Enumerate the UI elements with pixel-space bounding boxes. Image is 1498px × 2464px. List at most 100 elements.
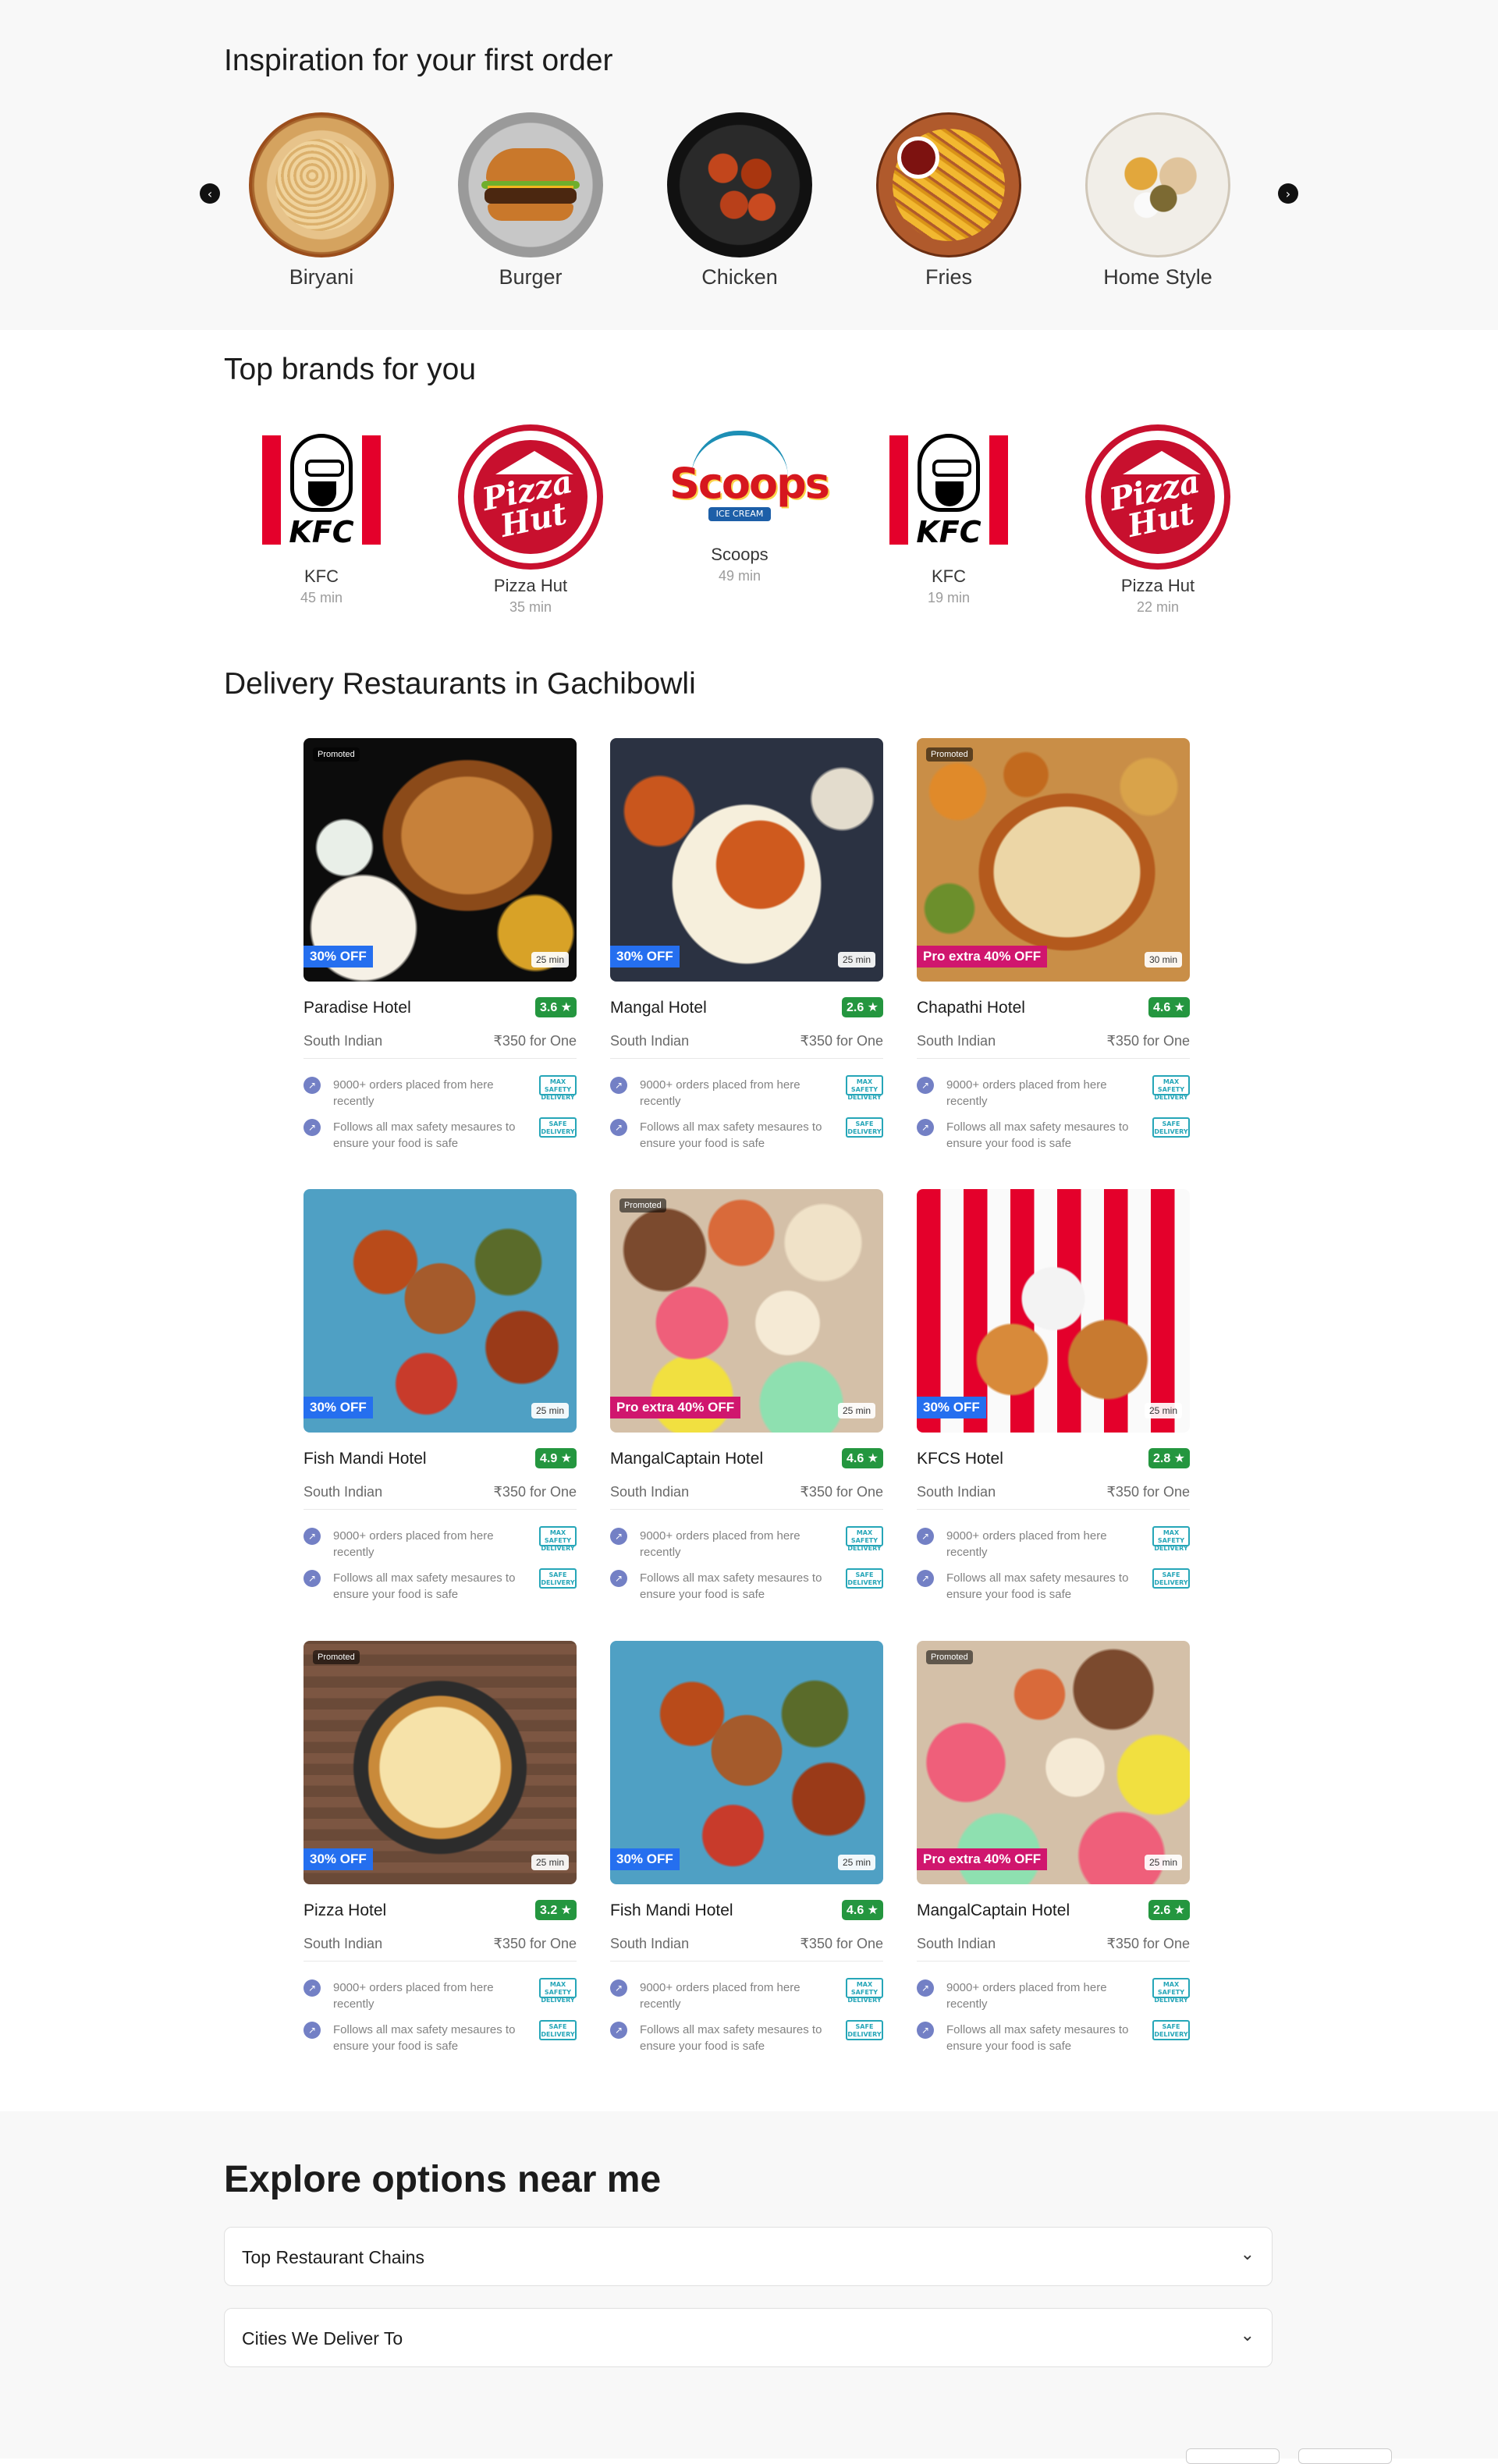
trending-icon: ↗: [610, 1077, 627, 1094]
cuisine: South Indian: [304, 1033, 383, 1049]
safe-delivery-badge: SAFE DELIVERY: [539, 2020, 577, 2040]
cuisine: South Indian: [610, 1484, 690, 1500]
max-safety-badge: MAX SAFETY DELIVERY: [1152, 1526, 1190, 1552]
inspiration-item-fries[interactable]: Fries: [871, 112, 1027, 289]
restaurant-image: 30% OFF 25 min: [610, 1641, 883, 1884]
trending-icon: ↗: [610, 1528, 627, 1545]
scoops-logo-text: Scoops: [669, 459, 830, 508]
kfc-logo: KFC: [886, 428, 1011, 560]
safe-delivery-badge: SAFE DELIVERY: [1152, 1568, 1190, 1589]
delivery-time: 25 min: [531, 1855, 569, 1870]
price: ₹350 for One: [1106, 1484, 1190, 1500]
restaurant-card[interactable]: 30% OFF 25 min Fish Mandi Hotel 4.9 ★ So…: [304, 1189, 577, 1610]
trending-icon: ↗: [610, 1119, 627, 1136]
accordion-label: Cities We Deliver To: [242, 2328, 403, 2349]
carousel-next-button[interactable]: ›: [1278, 183, 1298, 204]
divider: [304, 1961, 577, 1962]
restaurant-image: Promoted Pro extra 40% OFF 25 min: [917, 1641, 1190, 1884]
footer-selector[interactable]: [1186, 2448, 1280, 2464]
trending-icon: ↗: [304, 1119, 321, 1136]
restaurant-image: Promoted Pro extra 40% OFF 30 min: [917, 738, 1190, 982]
inspiration-item-home-style[interactable]: Home Style: [1080, 112, 1236, 289]
max-safety-badge: MAX SAFETY DELIVERY: [1152, 1978, 1190, 2004]
brand-name: Scoops: [711, 545, 769, 564]
restaurant-card[interactable]: Promoted Pro extra 40% OFF 25 min Mangal…: [610, 1189, 883, 1610]
brand-time: 19 min: [927, 590, 971, 605]
restaurant-card[interactable]: 30% OFF 25 min Mangal Hotel 2.6 ★ South …: [610, 738, 883, 1159]
restaurant-name: MangalCaptain Hotel: [917, 1901, 1070, 1919]
restaurant-name: Fish Mandi Hotel: [304, 1450, 427, 1468]
safe-delivery-badge: SAFE DELIVERY: [539, 1568, 577, 1589]
safety-info: ↗ Follows all max safety mesaures to ens…: [917, 2020, 1190, 2056]
brand-item-scoops[interactable]: Scoops ICE CREAM Scoops 49 min: [662, 429, 830, 584]
inspiration-label: Chicken: [701, 265, 778, 289]
explore-title: Explore options near me: [224, 2159, 662, 2200]
biryani-image: [249, 112, 394, 257]
carousel-prev-button[interactable]: ‹: [200, 183, 220, 204]
offer-badge: 30% OFF: [917, 1397, 986, 1418]
max-safety-badge: MAX SAFETY DELIVERY: [1152, 1075, 1190, 1101]
restaurant-card[interactable]: Promoted 30% OFF 25 min Paradise Hotel 3…: [304, 738, 577, 1159]
footer-selector[interactable]: [1298, 2448, 1392, 2464]
safety-info: ↗ Follows all max safety mesaures to ens…: [304, 1117, 577, 1153]
rating-badge: 4.6 ★: [841, 1900, 883, 1920]
delivery-time: 25 min: [837, 1855, 875, 1870]
restaurant-card[interactable]: Promoted Pro extra 40% OFF 30 min Chapat…: [917, 738, 1190, 1159]
accordion-top-restaurant-chains[interactable]: Top Restaurant Chains ⌄: [224, 2227, 1273, 2286]
cuisine: South Indian: [917, 1484, 996, 1500]
orders-info: ↗ 9000+ orders placed from here recently…: [610, 1978, 883, 2014]
trending-icon: ↗: [304, 1077, 321, 1094]
divider: [304, 1058, 577, 1059]
orders-info: ↗ 9000+ orders placed from here recently…: [917, 1526, 1190, 1562]
restaurant-name: Pizza Hotel: [304, 1901, 387, 1919]
cuisine: South Indian: [917, 1033, 996, 1049]
max-safety-badge: MAX SAFETY DELIVERY: [539, 1978, 577, 2004]
safe-delivery-badge: SAFE DELIVERY: [846, 1117, 883, 1138]
safe-delivery-badge: SAFE DELIVERY: [846, 1568, 883, 1589]
safety-info: ↗ Follows all max safety mesaures to ens…: [610, 1117, 883, 1153]
restaurant-name: MangalCaptain Hotel: [610, 1450, 764, 1468]
restaurant-image: Promoted 30% OFF 25 min: [304, 738, 577, 982]
offer-badge: 30% OFF: [304, 946, 373, 967]
brands-title: Top brands for you: [224, 353, 477, 386]
delivery-time: 25 min: [837, 952, 875, 967]
safety-info: ↗ Follows all max safety mesaures to ens…: [917, 1568, 1190, 1604]
accordion-cities-we-deliver-to[interactable]: Cities We Deliver To ⌄: [224, 2308, 1273, 2367]
orders-info: ↗ 9000+ orders placed from here recently…: [610, 1526, 883, 1562]
restaurant-card[interactable]: Promoted 30% OFF 25 min Pizza Hotel 3.2 …: [304, 1641, 577, 2062]
divider: [917, 1058, 1190, 1059]
divider: [610, 1058, 883, 1059]
inspiration-item-chicken[interactable]: Chicken: [662, 112, 818, 289]
brand-time: 22 min: [1136, 599, 1180, 615]
restaurant-card[interactable]: Promoted Pro extra 40% OFF 25 min Mangal…: [917, 1641, 1190, 2062]
inspiration-label: Home Style: [1103, 265, 1212, 289]
brand-name: Pizza Hut: [493, 576, 568, 595]
inspiration-item-biryani[interactable]: Biryani: [243, 112, 399, 289]
fries-image: [876, 112, 1021, 257]
cuisine: South Indian: [304, 1936, 383, 1951]
trending-icon: ↗: [917, 2022, 934, 2039]
inspiration-item-burger[interactable]: Burger: [453, 112, 609, 289]
offer-badge: 30% OFF: [610, 946, 680, 967]
delivery-time: 25 min: [1144, 1855, 1182, 1870]
brand-item-pizza-hut[interactable]: Pizza Hut Pizza Hut 35 min: [453, 424, 609, 616]
delivery-time: 25 min: [1144, 1403, 1182, 1418]
brand-item-kfc[interactable]: KFC KFC 45 min: [243, 428, 399, 606]
rating-badge: 4.9 ★: [534, 1448, 577, 1468]
max-safety-badge: MAX SAFETY DELIVERY: [539, 1526, 577, 1552]
explore-section: Explore options near me Top Restaurant C…: [0, 2111, 1498, 2423]
divider: [610, 1509, 883, 1510]
rating-badge: 4.6 ★: [841, 1448, 883, 1468]
restaurant-card[interactable]: 30% OFF 25 min Fish Mandi Hotel 4.6 ★ So…: [610, 1641, 883, 2062]
restaurant-name: KFCS Hotel: [917, 1450, 1003, 1468]
max-safety-badge: MAX SAFETY DELIVERY: [846, 1526, 883, 1552]
restaurant-card[interactable]: 30% OFF 25 min KFCS Hotel 2.8 ★ South In…: [917, 1189, 1190, 1610]
trending-icon: ↗: [917, 1077, 934, 1094]
brand-item-pizza-hut[interactable]: Pizza Hut Pizza Hut 22 min: [1080, 424, 1236, 616]
orders-info: ↗ 9000+ orders placed from here recently…: [917, 1978, 1190, 2014]
promoted-tag: Promoted: [926, 1650, 973, 1664]
safe-delivery-badge: SAFE DELIVERY: [539, 1117, 577, 1138]
divider: [304, 1509, 577, 1510]
price: ₹350 for One: [800, 1033, 883, 1049]
brand-item-kfc[interactable]: KFC KFC 19 min: [871, 428, 1027, 606]
